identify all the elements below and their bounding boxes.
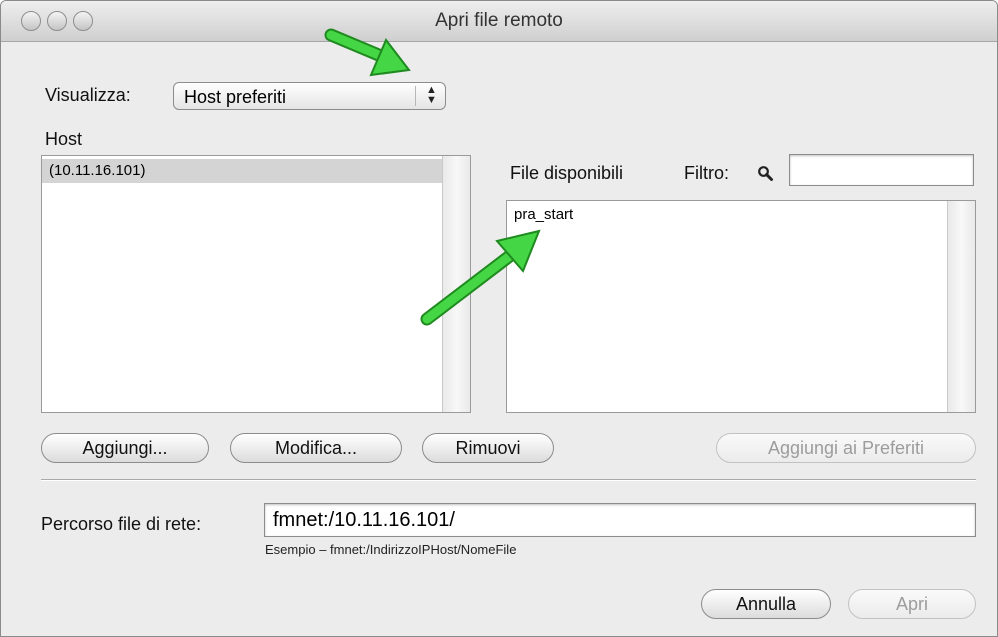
title-bar[interactable]: Apri file remoto <box>1 1 997 42</box>
file-list-scrollbar[interactable] <box>947 201 975 412</box>
host-label: Host <box>45 129 83 149</box>
file-list-item[interactable]: pra_start <box>507 203 573 227</box>
search-icon <box>758 166 773 181</box>
filter-label: Filtro: <box>684 163 729 183</box>
open-button[interactable]: Apri <box>848 589 976 619</box>
window-title: Apri file remoto <box>435 10 563 31</box>
remove-host-button[interactable]: Rimuovi <box>422 433 554 463</box>
view-select-value: Host preferiti <box>184 87 287 107</box>
host-list-item[interactable]: (10.11.16.101) <box>42 159 444 183</box>
add-to-favorites-button[interactable]: Aggiungi ai Preferiti <box>716 433 976 463</box>
network-path-label: Percorso file di rete: <box>41 514 202 534</box>
view-select[interactable]: Host preferiti ▲ ▼ <box>173 82 446 110</box>
section-divider <box>41 479 976 481</box>
updown-chevron-icon: ▲ ▼ <box>426 84 437 106</box>
file-list[interactable]: pra_start <box>506 200 976 413</box>
open-remote-file-dialog: Apri file remoto Visualizza: Host prefer… <box>0 0 998 637</box>
available-files-label: File disponibili <box>510 163 624 183</box>
add-host-button[interactable]: Aggiungi... <box>41 433 209 463</box>
network-path-input[interactable]: fmnet:/10.11.16.101/ <box>264 503 976 537</box>
cancel-button[interactable]: Annulla <box>701 589 831 619</box>
select-divider <box>415 86 416 106</box>
path-example-text: Esempio – fmnet:/IndirizzoIPHost/NomeFil… <box>265 542 517 557</box>
filter-input[interactable] <box>789 154 974 186</box>
view-label: Visualizza: <box>45 85 131 105</box>
host-list[interactable]: (10.11.16.101) <box>41 155 471 413</box>
host-list-scrollbar[interactable] <box>442 156 470 412</box>
edit-host-button[interactable]: Modifica... <box>230 433 402 463</box>
